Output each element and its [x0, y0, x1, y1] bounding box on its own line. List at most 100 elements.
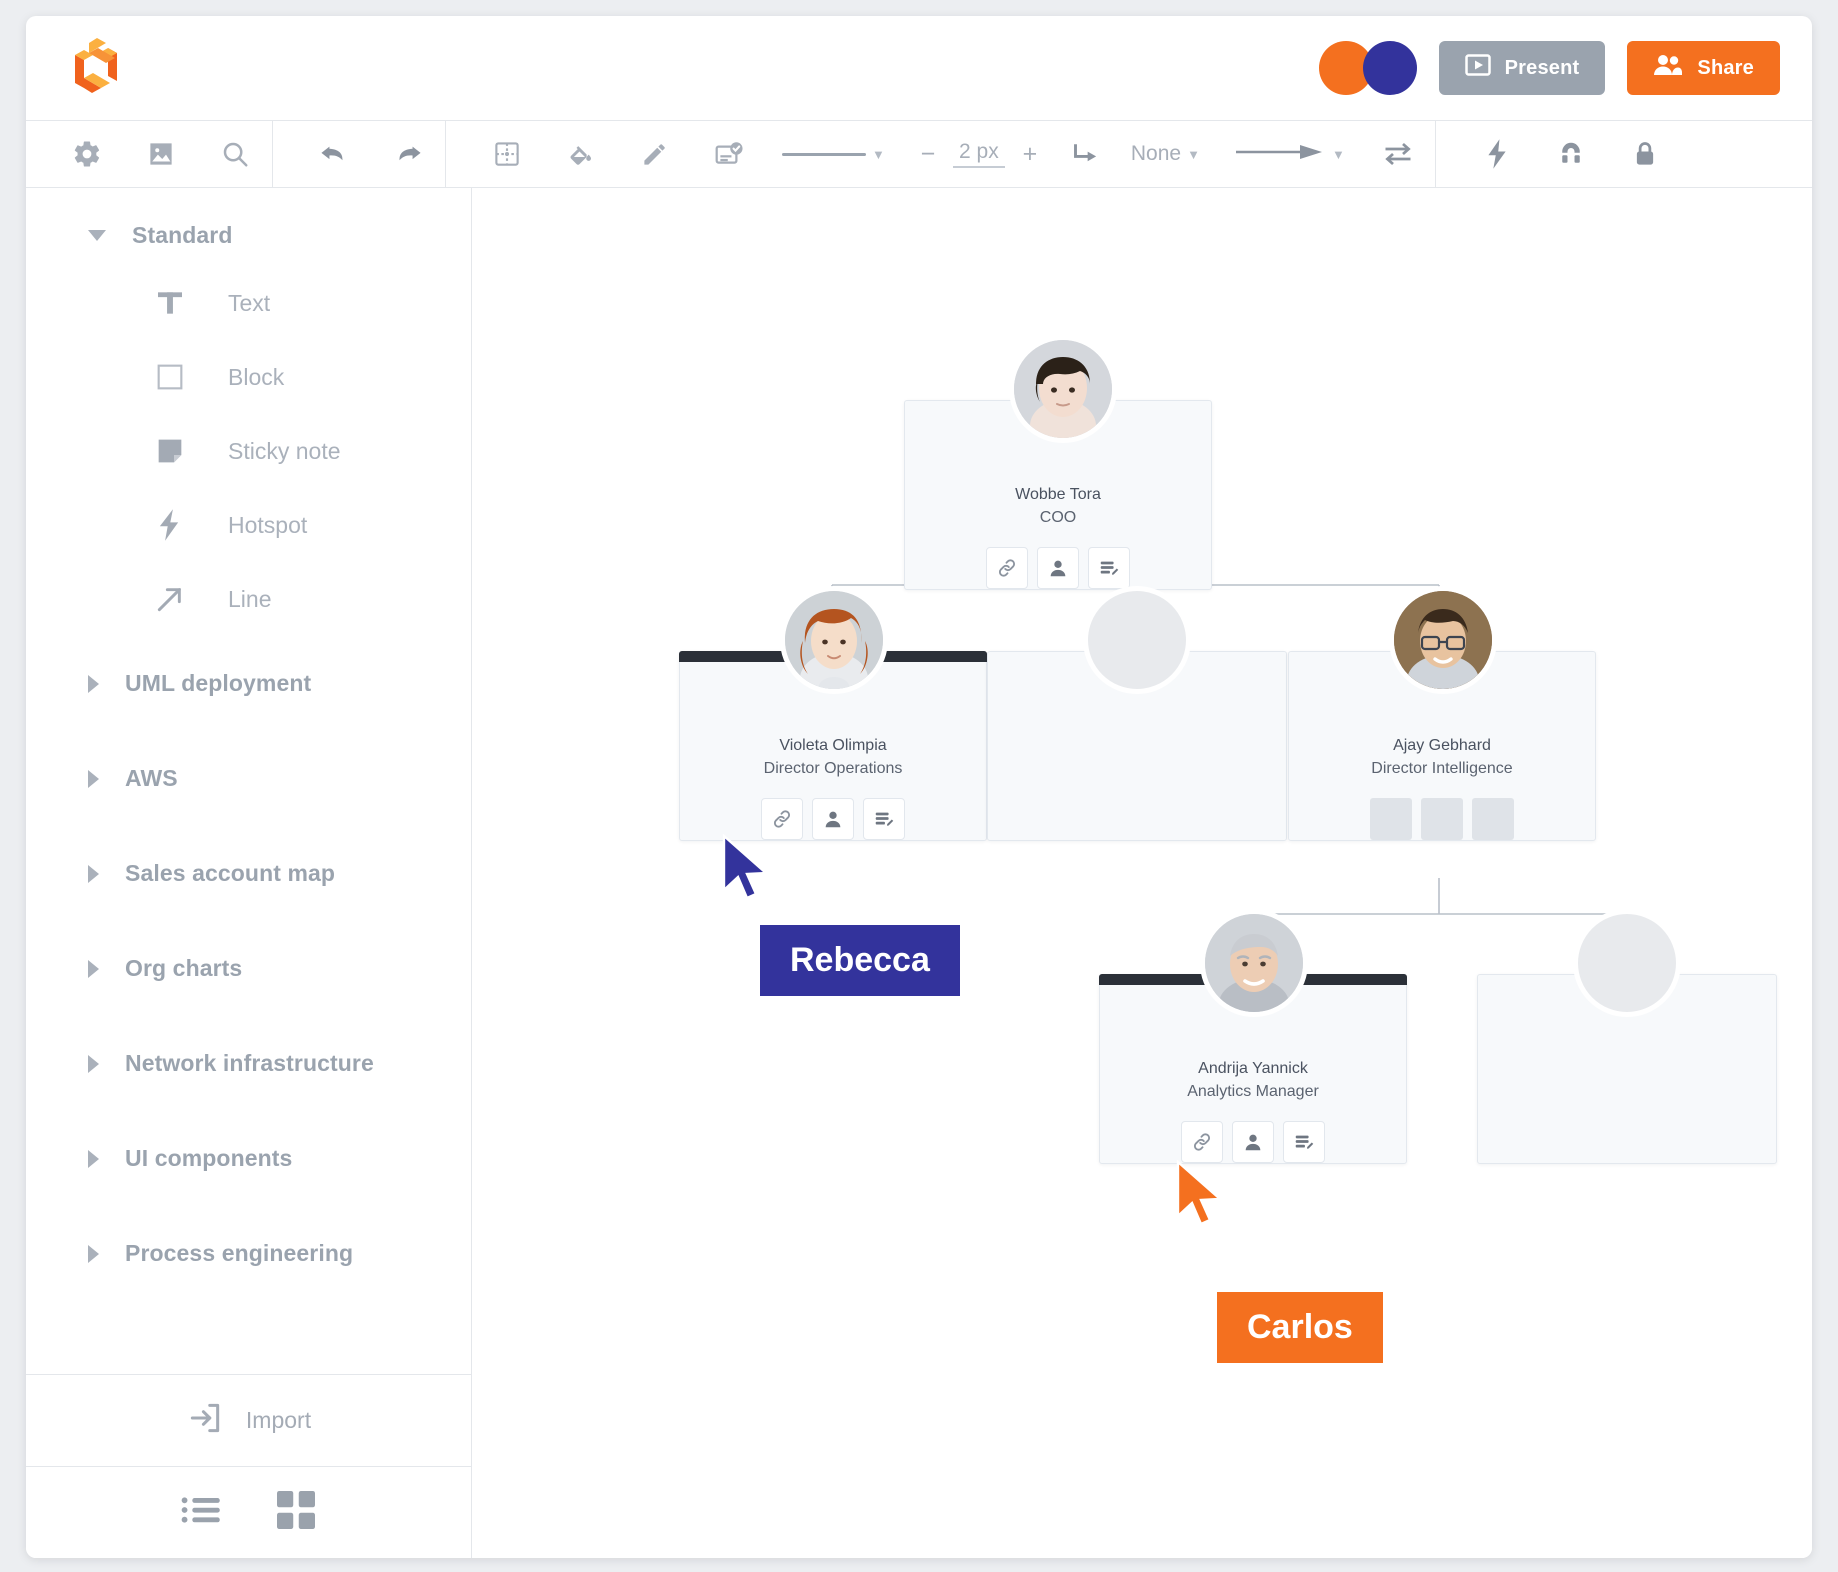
action-placeholder[interactable] — [1472, 798, 1514, 840]
chevron-right-icon — [88, 674, 99, 693]
collaborator-avatar-blue[interactable] — [1362, 41, 1417, 95]
pencil-icon[interactable] — [618, 121, 692, 188]
org-card-role: Director Intelligence — [1371, 760, 1513, 778]
sidebar-section-label: UML deployment — [125, 670, 312, 696]
org-card-role: Director Operations — [763, 760, 903, 778]
avatar — [1200, 909, 1308, 1017]
frame-shape-icon[interactable] — [470, 121, 544, 188]
document-layers-icon[interactable] — [863, 798, 905, 840]
org-card-name: Violeta Olimpia — [779, 737, 887, 754]
org-chart-connectors — [831, 551, 1628, 974]
gear-icon[interactable] — [50, 121, 124, 188]
stroke-decrease-button[interactable]: − — [919, 140, 937, 169]
sidebar-section-label: Sales account map — [125, 860, 336, 886]
share-label: Share — [1697, 56, 1754, 79]
lucid-logo-icon[interactable] — [60, 32, 132, 104]
sidebar-section-label: Org charts — [125, 955, 243, 981]
stroke-width-value[interactable]: 2 px — [952, 140, 1005, 168]
sidebar-section-label: Network infrastructure — [125, 1050, 374, 1076]
line-style-icon[interactable] — [782, 152, 866, 156]
undo-icon[interactable] — [297, 121, 371, 188]
link-icon[interactable] — [1181, 1121, 1223, 1163]
list-view-icon[interactable] — [181, 1493, 223, 1532]
arrow-end-caret-icon[interactable]: ▼ — [1326, 147, 1361, 162]
search-icon[interactable] — [198, 121, 272, 188]
sidebar-item-sticky-note[interactable]: Sticky note — [26, 414, 471, 488]
header-actions: Present Share — [1318, 41, 1780, 95]
lucidchart-app-window: Present Share ▼ − 2 px + None ▼ ▼ Standa… — [26, 16, 1812, 1558]
image-icon[interactable] — [124, 121, 198, 188]
import-label: Import — [245, 1407, 312, 1433]
person-icon[interactable] — [1037, 547, 1079, 589]
lightning-icon — [154, 508, 200, 542]
text-style-icon[interactable] — [692, 121, 766, 188]
person-icon[interactable] — [812, 798, 854, 840]
line-style-caret-icon[interactable]: ▼ — [866, 147, 901, 162]
person-icon[interactable] — [1232, 1121, 1274, 1163]
lock-icon[interactable] — [1608, 121, 1682, 188]
lightning-icon[interactable] — [1460, 121, 1534, 188]
link-icon[interactable] — [986, 547, 1028, 589]
sidebar-item-hotspot[interactable]: Hotspot — [26, 488, 471, 562]
redo-icon[interactable] — [371, 121, 445, 188]
avatar-placeholder — [1573, 909, 1681, 1017]
magnet-icon[interactable] — [1534, 121, 1608, 188]
stroke-increase-button[interactable]: + — [1021, 140, 1039, 169]
square-outline-icon — [154, 361, 200, 393]
sidebar-item-text[interactable]: Text — [26, 266, 471, 340]
app-body: Standard Text Block Sticky note Hotspot … — [26, 188, 1812, 1558]
text-t-icon — [154, 287, 200, 319]
share-button[interactable]: Share — [1627, 41, 1780, 95]
org-card-name: Andrija Yannick — [1198, 1060, 1308, 1077]
action-placeholder[interactable] — [1421, 798, 1463, 840]
sidebar-item-label: Block — [228, 363, 285, 390]
grid-view-icon[interactable] — [275, 1491, 317, 1534]
action-placeholder[interactable] — [1370, 798, 1412, 840]
present-label: Present — [1504, 56, 1580, 79]
import-arrow-icon — [186, 1399, 224, 1442]
app-header: Present Share — [26, 16, 1812, 121]
chevron-down-icon — [88, 229, 106, 241]
play-screen-icon — [1464, 54, 1491, 82]
people-icon — [1653, 54, 1683, 82]
import-button[interactable]: Import — [26, 1374, 471, 1466]
arrow-end-icon[interactable] — [1234, 143, 1326, 166]
diagonal-arrow-icon — [154, 583, 200, 615]
sidebar-section-label: UI components — [125, 1145, 293, 1171]
diagram-canvas[interactable]: Wobbe Tora COO Violeta Olimpia Director … — [472, 188, 1812, 1558]
elbow-line-icon[interactable] — [1047, 121, 1121, 188]
sidebar-section-label: AWS — [125, 765, 178, 791]
line-jump-caret-icon[interactable]: ▼ — [1181, 147, 1216, 162]
avatar — [1389, 586, 1497, 694]
sidebar-item-line[interactable]: Line — [26, 562, 471, 636]
org-card-role: COO — [1039, 509, 1077, 527]
fill-bucket-icon[interactable] — [544, 121, 618, 188]
document-layers-icon[interactable] — [1088, 547, 1130, 589]
avatar-placeholder — [1083, 586, 1191, 694]
sidebar-section-label: Process engineering — [125, 1240, 354, 1266]
sidebar-section-process-engineering[interactable]: Process engineering — [26, 1206, 471, 1301]
collaborator-avatars — [1318, 41, 1417, 95]
shape-library-list[interactable]: Standard Text Block Sticky note Hotspot … — [26, 188, 471, 1374]
sidebar-section-org-charts[interactable]: Org charts — [26, 921, 471, 1016]
sidebar-section-network-infrastructure[interactable]: Network infrastructure — [26, 1016, 471, 1111]
sidebar-section-aws[interactable]: AWS — [26, 731, 471, 826]
avatar — [1009, 335, 1117, 443]
swap-arrows-icon[interactable] — [1361, 121, 1435, 188]
chevron-right-icon — [88, 1149, 99, 1168]
sidebar-section-sales-account-map[interactable]: Sales account map — [26, 826, 471, 921]
stroke-width-stepper: − 2 px + — [901, 140, 1047, 169]
line-jump-value[interactable]: None — [1121, 142, 1181, 166]
sidebar-section-standard[interactable]: Standard — [26, 204, 471, 266]
chevron-right-icon — [88, 959, 99, 978]
chevron-right-icon — [88, 1054, 99, 1073]
sidebar-section-ui-components[interactable]: UI components — [26, 1111, 471, 1206]
sidebar-item-label: Hotspot — [228, 511, 308, 538]
org-card-role: Analytics Manager — [1187, 1083, 1319, 1101]
sidebar-item-block[interactable]: Block — [26, 340, 471, 414]
sidebar-section-uml-deployment[interactable]: UML deployment — [26, 636, 471, 731]
link-icon[interactable] — [761, 798, 803, 840]
sidebar-item-label: Sticky note — [228, 437, 341, 464]
present-button[interactable]: Present — [1438, 41, 1606, 95]
document-layers-icon[interactable] — [1283, 1121, 1325, 1163]
